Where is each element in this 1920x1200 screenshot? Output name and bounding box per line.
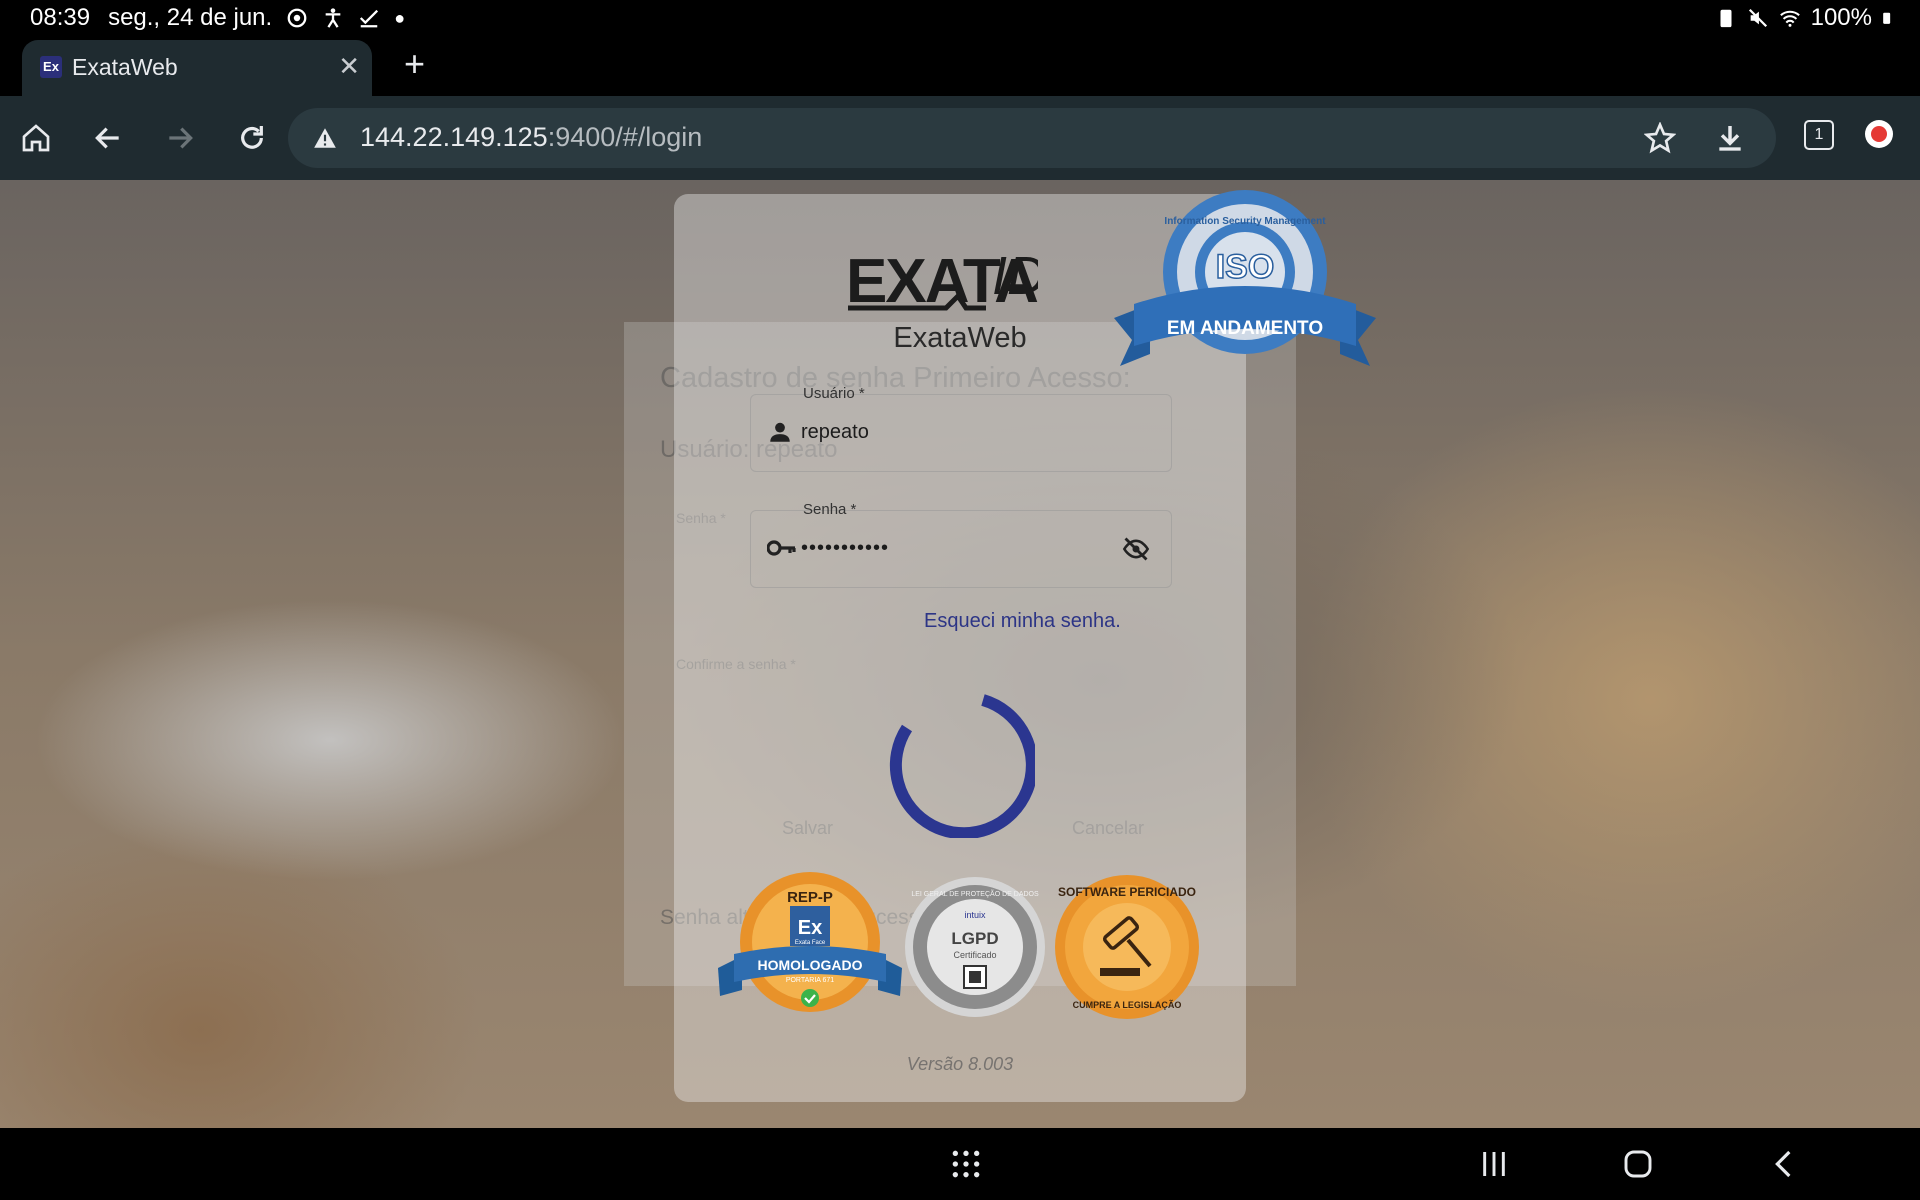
check-task-icon bbox=[360, 9, 379, 28]
senha-label: Senha * bbox=[803, 501, 857, 518]
version-text: Versão 8.003 bbox=[906, 1054, 1014, 1074]
tab-title: ExataWeb bbox=[72, 54, 178, 80]
home-icon bbox=[22, 124, 50, 152]
lgpd-arc-text: LEI GERAL DE PROTEÇÃO DE DADOS bbox=[911, 889, 1039, 898]
perito-bottom-text: CUMPRE A LEGISLAÇÃO bbox=[1073, 1000, 1182, 1010]
status-time: 08:39 bbox=[30, 4, 91, 31]
notification-dot-icon: ● bbox=[394, 7, 406, 28]
tab-switcher-button[interactable]: 1 bbox=[1804, 120, 1834, 150]
favicon-icon: Ex bbox=[40, 56, 62, 78]
url-text[interactable]: 144.22.149.125:9400/#/login bbox=[360, 122, 702, 153]
page-content: Cadastro de senha Primeiro Acesso: Usuár… bbox=[0, 180, 1920, 1128]
back-arrow-icon bbox=[95, 127, 119, 149]
person-icon bbox=[770, 422, 790, 442]
usuario-label: Usuário * bbox=[803, 385, 865, 402]
logo-suffix: ID bbox=[992, 246, 1038, 306]
download-icon[interactable] bbox=[1714, 122, 1746, 154]
rep-p-homologado-badge: REP-P Ex Exata Face HOMOLOGADO PORTARIA … bbox=[718, 872, 902, 1012]
battery-saver-icon bbox=[1720, 9, 1732, 28]
usuario-field[interactable]: Usuário * repeato bbox=[750, 385, 1172, 472]
reload-button[interactable] bbox=[230, 116, 274, 160]
lgpd-certificado-badge: LEI GERAL DE PROTEÇÃO DE DADOS intuix LG… bbox=[905, 877, 1045, 1017]
profile-avatar-icon[interactable] bbox=[1865, 120, 1893, 148]
lgpd-sub-text: Certificado bbox=[953, 950, 996, 960]
not-secure-warning-icon[interactable] bbox=[312, 125, 338, 151]
browser-toolbar: 144.22.149.125:9400/#/login 1 bbox=[0, 96, 1920, 180]
recent-apps-icon[interactable] bbox=[1478, 1148, 1510, 1180]
home-button[interactable] bbox=[14, 116, 58, 160]
usuario-input[interactable]: repeato bbox=[801, 421, 869, 444]
rep-portaria-text: PORTARIA 671 bbox=[786, 977, 834, 984]
new-tab-button[interactable]: + bbox=[404, 44, 425, 84]
rep-top-text: REP-P bbox=[787, 889, 833, 906]
rep-sub-text: Exata Face bbox=[795, 940, 826, 946]
bookmark-star-icon[interactable] bbox=[1644, 122, 1676, 154]
forward-button[interactable] bbox=[158, 116, 202, 160]
battery-icon bbox=[1883, 12, 1891, 24]
app-drawer-icon[interactable] bbox=[950, 1148, 982, 1180]
mute-icon bbox=[1748, 8, 1767, 28]
accessibility-icon bbox=[325, 8, 341, 28]
key-icon bbox=[767, 540, 796, 556]
perito-top-text: SOFTWARE PERICIADO bbox=[1058, 885, 1196, 899]
wifi-icon bbox=[1779, 10, 1800, 27]
url-path: :9400/#/login bbox=[547, 122, 703, 152]
system-navigation-bar bbox=[0, 1128, 1920, 1200]
iso-top-text: Information Security Management bbox=[1164, 216, 1326, 227]
iso-ribbon-text: EM ANDAMENTO bbox=[1167, 318, 1323, 339]
rep-logo-text: Ex bbox=[798, 917, 822, 939]
toggle-password-visibility-icon[interactable] bbox=[1121, 535, 1151, 563]
battery-percent: 100% bbox=[1810, 4, 1872, 31]
rep-ribbon-text: HOMOLOGADO bbox=[758, 957, 863, 973]
forward-arrow-icon bbox=[169, 127, 193, 149]
back-button[interactable] bbox=[86, 116, 130, 160]
home-nav-icon[interactable] bbox=[1622, 1148, 1654, 1180]
lgpd-brand-text: intuix bbox=[964, 910, 986, 920]
back-nav-icon[interactable] bbox=[1768, 1148, 1800, 1180]
forgot-password-link[interactable]: Esqueci minha senha. bbox=[924, 610, 1121, 633]
iso-main-text: ISO bbox=[1216, 248, 1275, 286]
senha-input[interactable]: ••••••••••• bbox=[801, 537, 889, 560]
browser-tab[interactable]: Ex ExataWeb ✕ bbox=[22, 40, 372, 96]
location-icon bbox=[287, 8, 307, 28]
close-tab-icon[interactable]: ✕ bbox=[338, 52, 360, 80]
address-bar[interactable]: 144.22.149.125:9400/#/login bbox=[288, 108, 1776, 168]
exataid-logo: EXATA ID bbox=[846, 236, 1046, 318]
status-bar: 08:39 seg., 24 de jun. ● 100% bbox=[0, 0, 1920, 36]
lgpd-main-text: LGPD bbox=[951, 929, 998, 948]
software-periciado-badge: SOFTWARE PERICIADO CUMPRE A LEGISLAÇÃO bbox=[1055, 875, 1199, 1019]
url-host: 144.22.149.125 bbox=[360, 122, 548, 152]
iso-27001-badge: Information Security Management ISO 2700… bbox=[1114, 190, 1376, 366]
loading-spinner bbox=[889, 694, 1035, 838]
tab-strip: Ex ExataWeb ✕ + bbox=[0, 36, 1920, 96]
senha-field[interactable]: Senha * ••••••••••• bbox=[750, 501, 1172, 588]
reload-icon bbox=[241, 126, 263, 149]
status-date: seg., 24 de jun. bbox=[108, 4, 273, 31]
